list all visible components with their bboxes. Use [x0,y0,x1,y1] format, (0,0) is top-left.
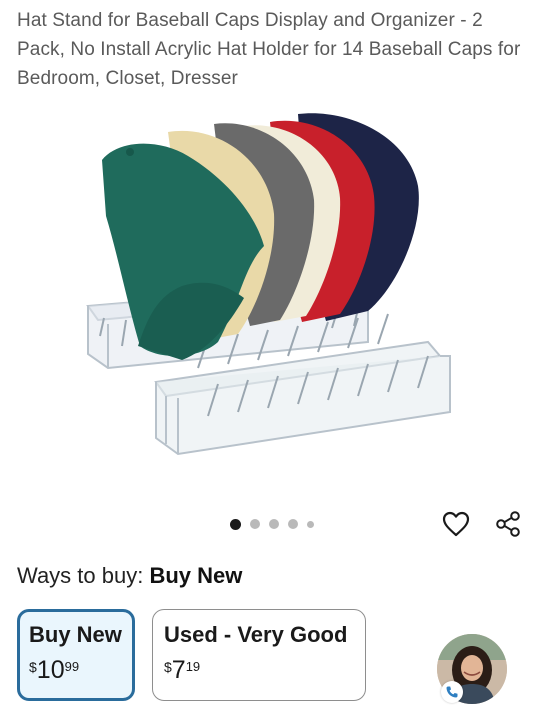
price-whole: 10 [36,656,65,684]
used-very-good-option[interactable]: Used - Very Good $719 [152,609,366,701]
carousel-dot[interactable] [269,519,279,529]
product-title: Hat Stand for Baseball Caps Display and … [17,10,521,89]
share-button[interactable] [490,506,526,542]
price-whole: 7 [171,656,186,684]
carousel-dot-active[interactable] [230,518,241,530]
share-icon [496,511,520,537]
price-fraction: 19 [185,659,201,674]
product-image[interactable] [78,106,463,470]
buy-new-option[interactable]: Buy New $1099 [17,609,135,701]
carousel-dot[interactable] [288,519,298,529]
carousel-dot[interactable] [250,519,260,529]
favorite-button[interactable] [438,506,474,542]
ways-to-buy-selected: Buy New [149,563,243,588]
option-price: $719 [164,658,200,683]
product-photo-hats-on-acrylic-stands [78,106,463,470]
option-price: $1099 [29,658,79,683]
ways-to-buy-label: Ways to buy: [17,563,144,588]
heart-outline-icon [442,511,470,537]
phone-icon [446,686,458,698]
option-label: Used - Very Good [164,622,348,647]
price-symbol: $ [29,659,37,675]
call-badge[interactable] [441,681,463,703]
price-symbol: $ [164,659,172,675]
option-label: Buy New [29,622,122,647]
ways-to-buy: Ways to buy: Buy New [17,561,242,591]
carousel-dot[interactable] [307,520,314,528]
price-fraction: 99 [64,659,80,674]
